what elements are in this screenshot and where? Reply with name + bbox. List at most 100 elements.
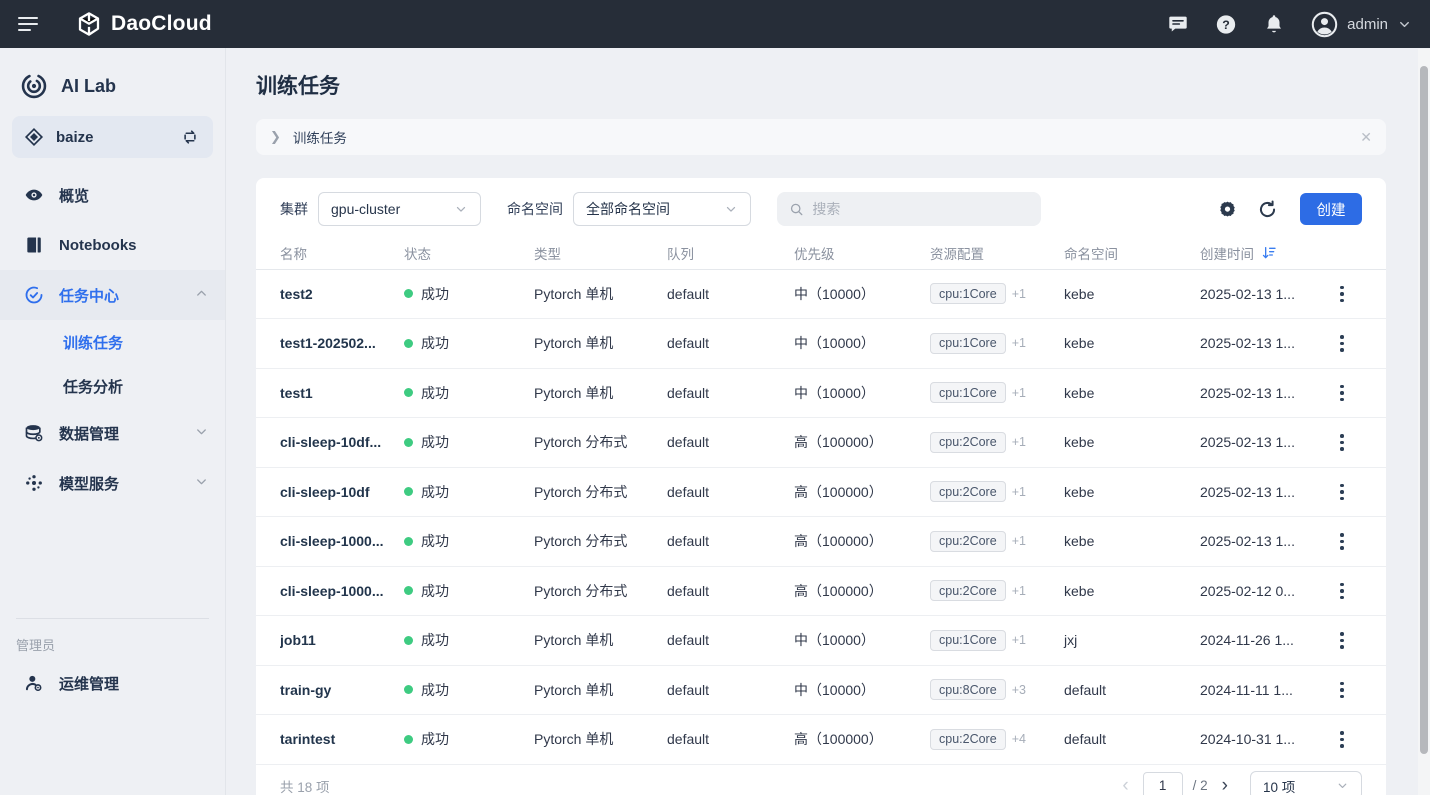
- resource-extra-badge[interactable]: +1: [1012, 435, 1026, 449]
- user-menu[interactable]: admin: [1311, 11, 1412, 38]
- row-actions-kebab-icon[interactable]: [1336, 529, 1348, 554]
- sidebar-item-training-jobs[interactable]: 训练任务: [0, 320, 225, 364]
- namespace-cell: kebe: [1064, 434, 1200, 450]
- row-actions-kebab-icon[interactable]: [1336, 430, 1348, 455]
- resource-extra-badge[interactable]: +3: [1012, 683, 1026, 697]
- job-name-link[interactable]: job11: [280, 632, 404, 648]
- job-name-link[interactable]: test1: [280, 385, 404, 401]
- admin-section-label: 管理员: [0, 619, 225, 658]
- resource-extra-badge[interactable]: +1: [1012, 584, 1026, 598]
- col-type[interactable]: 类型: [534, 243, 667, 263]
- resource-badge[interactable]: cpu:1Core: [930, 630, 1006, 651]
- namespace-cell: kebe: [1064, 583, 1200, 599]
- resource-badge[interactable]: cpu:2Core: [930, 580, 1006, 601]
- resource-badge[interactable]: cpu:8Core: [930, 679, 1006, 700]
- settings-icon[interactable]: [1212, 194, 1242, 224]
- col-priority[interactable]: 优先级: [794, 243, 930, 263]
- switch-workspace-icon[interactable]: [181, 128, 199, 146]
- resource-badge[interactable]: cpu:2Core: [930, 432, 1006, 453]
- product-header: AI Lab: [0, 62, 225, 116]
- sidebar-item-label: 概览: [59, 185, 89, 206]
- created-cell: 2024-10-31 1...: [1200, 731, 1322, 747]
- search-input[interactable]: [812, 201, 1029, 217]
- scrollbar-thumb[interactable]: [1420, 66, 1428, 754]
- create-button[interactable]: 创建: [1300, 193, 1362, 225]
- sidebar-item-data-management[interactable]: 数据管理: [0, 408, 225, 458]
- job-name-link[interactable]: cli-sleep-10df: [280, 484, 404, 500]
- col-queue[interactable]: 队列: [667, 243, 794, 263]
- resource-cell: cpu:1Core +1: [930, 283, 1064, 304]
- resource-extra-badge[interactable]: +1: [1012, 485, 1026, 499]
- row-actions-kebab-icon[interactable]: [1336, 381, 1348, 406]
- row-actions-kebab-icon[interactable]: [1336, 727, 1348, 752]
- filter-toolbar: 集群 gpu-cluster 命名空间 全部命名空间: [256, 178, 1386, 238]
- refresh-icon[interactable]: [1252, 194, 1282, 224]
- namespace-cell: kebe: [1064, 533, 1200, 549]
- close-icon[interactable]: ✕: [1360, 129, 1372, 146]
- queue-cell: default: [667, 583, 794, 599]
- sidebar-item-notebooks[interactable]: Notebooks: [0, 220, 225, 270]
- col-name[interactable]: 名称: [280, 243, 404, 263]
- created-cell: 2024-11-26 1...: [1200, 632, 1322, 648]
- resource-extra-badge[interactable]: +1: [1012, 633, 1026, 647]
- sidebar-item-overview[interactable]: 概览: [0, 170, 225, 220]
- row-actions-kebab-icon[interactable]: [1336, 282, 1348, 307]
- resource-cell: cpu:2Core +1: [930, 432, 1064, 453]
- sidebar-item-task-analysis[interactable]: 任务分析: [0, 364, 225, 408]
- resource-extra-badge[interactable]: +1: [1012, 386, 1026, 400]
- job-name-link[interactable]: cli-sleep-1000...: [280, 533, 404, 549]
- resource-badge[interactable]: cpu:2Core: [930, 729, 1006, 750]
- breadcrumb-chevron-icon[interactable]: ❯: [270, 129, 281, 145]
- resource-badge[interactable]: cpu:1Core: [930, 382, 1006, 403]
- resource-extra-badge[interactable]: +1: [1012, 336, 1026, 350]
- breadcrumb-item[interactable]: 训练任务: [293, 127, 347, 147]
- sidebar-item-model-services[interactable]: 模型服务: [0, 458, 225, 508]
- chevron-up-icon: [194, 286, 209, 305]
- namespace-value: 全部命名空间: [586, 199, 724, 219]
- status-cell: 成功: [404, 284, 534, 304]
- next-page-icon[interactable]: ›: [1218, 775, 1232, 795]
- search-box[interactable]: [777, 192, 1041, 226]
- job-name-link[interactable]: test1-202502...: [280, 335, 404, 351]
- sidebar-item-ops-management[interactable]: 运维管理: [0, 658, 225, 708]
- resource-extra-badge[interactable]: +1: [1012, 534, 1026, 548]
- job-name-link[interactable]: test2: [280, 286, 404, 302]
- job-name-link[interactable]: cli-sleep-1000...: [280, 583, 404, 599]
- col-namespace[interactable]: 命名空间: [1064, 243, 1200, 263]
- row-actions-kebab-icon[interactable]: [1336, 678, 1348, 703]
- resource-badge[interactable]: cpu:2Core: [930, 481, 1006, 502]
- col-resource[interactable]: 资源配置: [930, 243, 1064, 263]
- job-name-link[interactable]: cli-sleep-10df...: [280, 434, 404, 450]
- sort-descending-icon[interactable]: [1261, 245, 1277, 261]
- help-icon[interactable]: ?: [1215, 13, 1237, 35]
- sidebar-item-task-center[interactable]: 任务中心: [0, 270, 225, 320]
- workspace-switcher[interactable]: baize: [12, 116, 213, 158]
- job-name-link[interactable]: train-gy: [280, 682, 404, 698]
- row-actions-kebab-icon[interactable]: [1336, 579, 1348, 604]
- queue-cell: default: [667, 385, 794, 401]
- created-cell: 2025-02-13 1...: [1200, 484, 1322, 500]
- page-size-select[interactable]: 10 项: [1250, 771, 1362, 795]
- chevron-down-icon: [194, 474, 209, 493]
- resource-badge[interactable]: cpu:2Core: [930, 531, 1006, 552]
- row-actions-kebab-icon[interactable]: [1336, 480, 1348, 505]
- col-status[interactable]: 状态: [404, 243, 534, 263]
- chevron-down-icon: [1397, 17, 1412, 32]
- row-actions-kebab-icon[interactable]: [1336, 628, 1348, 653]
- chat-icon[interactable]: [1167, 13, 1189, 35]
- resource-badge[interactable]: cpu:1Core: [930, 283, 1006, 304]
- col-created[interactable]: 创建时间: [1200, 243, 1254, 263]
- namespace-select[interactable]: 全部命名空间: [573, 192, 751, 226]
- product-label: AI Lab: [61, 76, 116, 97]
- brand[interactable]: DaoCloud: [76, 11, 212, 37]
- row-actions-kebab-icon[interactable]: [1336, 331, 1348, 356]
- status-dot-icon: [404, 289, 413, 298]
- menu-icon[interactable]: [18, 17, 40, 31]
- bell-icon[interactable]: [1263, 13, 1285, 35]
- job-name-link[interactable]: tarintest: [280, 731, 404, 747]
- resource-extra-badge[interactable]: +4: [1012, 732, 1026, 746]
- resource-extra-badge[interactable]: +1: [1012, 287, 1026, 301]
- page-input[interactable]: [1143, 772, 1183, 795]
- cluster-select[interactable]: gpu-cluster: [318, 192, 481, 226]
- resource-badge[interactable]: cpu:1Core: [930, 333, 1006, 354]
